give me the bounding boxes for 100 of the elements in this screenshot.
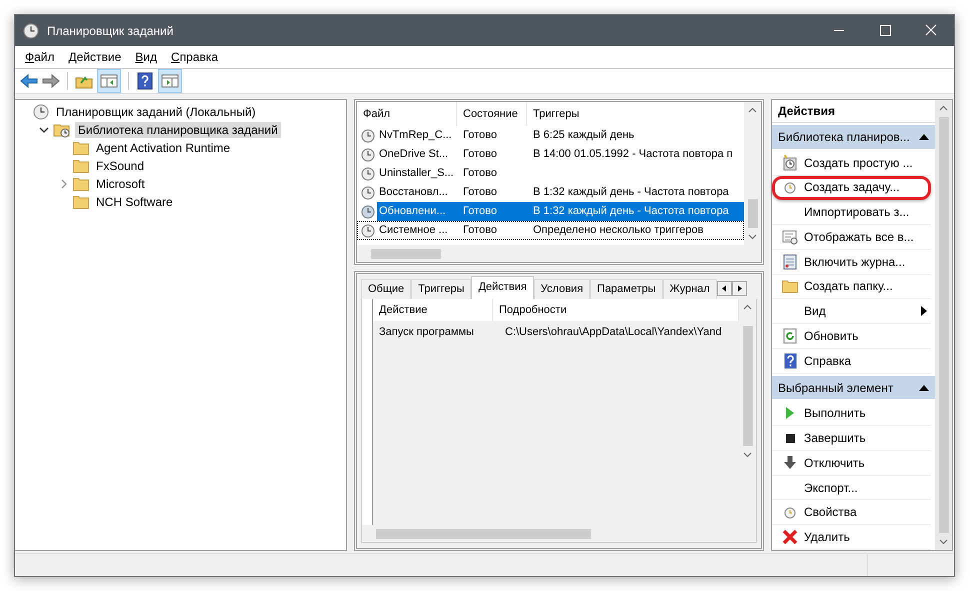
horizontal-scrollbar[interactable] (362, 525, 756, 542)
task-row[interactable]: NvTmRep_C... Готово В 6:25 каждый день (357, 126, 744, 145)
task-name: OneDrive St... (378, 147, 450, 162)
action-item[interactable]: Выполнить (772, 401, 931, 426)
table-cell-text: В 14:00 01.05.1992 - Частота повтора п (532, 147, 734, 162)
action-item[interactable]: Удалить (772, 525, 931, 550)
section-title: Выбранный элемент (778, 380, 894, 395)
task-name: NvTmRep_C... (378, 128, 453, 143)
document-icon (783, 254, 797, 270)
refresh-icon (783, 328, 797, 344)
action-item[interactable]: Справка (772, 348, 931, 374)
table-cell-text: Готово (462, 166, 498, 181)
list-icon (782, 228, 798, 245)
menu-item[interactable]: Вид (135, 50, 158, 64)
stop-icon (786, 434, 794, 443)
vertical-scrollbar[interactable] (744, 102, 761, 245)
clock-icon (783, 505, 797, 520)
task-row[interactable]: Uninstaller_S... Готово (357, 164, 744, 183)
task-row[interactable]: Системное ... Готово Определено несколько триггеров (357, 221, 744, 240)
delete-icon (782, 529, 798, 546)
action-item[interactable]: Импортировать з... (772, 200, 931, 226)
tree-item[interactable]: Microsoft (93, 176, 148, 192)
task-name: Обновлени... (377, 202, 457, 221)
folder-icon (73, 141, 89, 155)
collapse-icon[interactable] (919, 384, 929, 391)
submenu-arrow-icon (921, 306, 927, 316)
scroll-thumb[interactable] (376, 528, 591, 538)
tab[interactable]: Условия (534, 279, 590, 299)
action-item[interactable]: Вид (772, 299, 931, 324)
menu-item[interactable]: Справка (171, 50, 218, 64)
clock-icon (33, 104, 49, 120)
task-name: Восстановл... (378, 185, 449, 200)
table-cell-text: Готово (462, 185, 498, 200)
panel-toggle-icon[interactable] (97, 69, 121, 93)
action-item[interactable]: Создать задачу... (772, 176, 931, 200)
clock-icon (23, 22, 39, 38)
tree-item[interactable]: Планировщик заданий (Локальный) (53, 104, 259, 120)
scroll-thumb[interactable] (938, 117, 948, 533)
clock-icon (361, 186, 375, 200)
clock-icon (361, 204, 375, 218)
tab[interactable]: Триггеры (411, 279, 472, 299)
task-row[interactable]: OneDrive St... Готово В 14:00 01.05.1992 - Частота повтора п (357, 145, 744, 164)
table-cell-text: C:\Users\ohrau\AppData\Local\Yandex\Yand (504, 326, 723, 338)
clock-icon (361, 148, 375, 162)
tree-item[interactable]: Agent Activation Runtime (93, 140, 234, 156)
action-item[interactable]: Экспорт... (772, 476, 931, 500)
table-cell-text: Определено несколько триггеров (532, 223, 705, 238)
column-header[interactable]: Состояние (457, 102, 527, 126)
folder-icon (782, 279, 798, 294)
panel-toggle-icon[interactable] (158, 69, 182, 93)
horizontal-scrollbar[interactable] (357, 245, 761, 262)
scroll-right-icon[interactable] (732, 281, 747, 296)
action-item[interactable]: Включить журна... (772, 250, 931, 275)
scroll-thumb[interactable] (748, 199, 758, 228)
tab[interactable]: Журнал (662, 279, 717, 299)
action-item[interactable]: Свойства (772, 500, 931, 526)
collapse-icon[interactable] (919, 134, 929, 140)
column-header[interactable]: Файл (357, 102, 457, 126)
menu-item[interactable]: Файл (25, 50, 55, 64)
forward-icon[interactable] (42, 73, 60, 89)
section-header[interactable]: Выбранный элемент (772, 376, 935, 400)
scroll-thumb[interactable] (371, 248, 441, 258)
action-item[interactable]: Обновить (772, 324, 931, 349)
task-row[interactable]: Восстановл... Готово В 1:32 каждый день - Частота повтора (357, 183, 744, 202)
section-title: Библиотека планиров... (778, 130, 910, 144)
action-item[interactable]: Отображать все в... (772, 225, 931, 250)
action-item[interactable]: Отключить (772, 450, 931, 476)
back-icon[interactable] (20, 73, 38, 89)
scroll-thumb[interactable] (742, 326, 752, 446)
section-header[interactable]: Библиотека планиров... (772, 125, 935, 149)
clock-icon (361, 166, 375, 180)
collapse-chevron-icon[interactable] (39, 125, 49, 135)
down-arrow-icon (784, 456, 796, 470)
tree-item[interactable]: NCH Software (93, 194, 176, 210)
tree-item[interactable]: FxSound (93, 158, 148, 174)
table-cell: Готово (457, 202, 527, 221)
scroll-left-icon[interactable] (716, 281, 732, 296)
table-cell-text: Готово (462, 147, 498, 162)
clock-icon (361, 128, 375, 142)
table-cell-text: Запуск программы (378, 326, 475, 338)
table-cell-text: В 1:32 каждый день - Частота повтора (532, 185, 730, 200)
tab[interactable]: Общие (361, 279, 412, 299)
folder-clock-icon (53, 122, 71, 138)
action-item[interactable]: Завершить (772, 426, 931, 451)
clock-icon (783, 180, 797, 194)
vertical-scrollbar[interactable] (935, 100, 952, 550)
play-icon (785, 407, 795, 420)
task-name: Uninstaller_S... (378, 166, 455, 181)
column-header[interactable]: Триггеры (527, 102, 744, 126)
action-item[interactable]: Создать папку... (772, 274, 931, 300)
action-item[interactable]: Создать простую ... (772, 150, 931, 176)
folder-icon (73, 195, 89, 209)
task-row[interactable]: Обновлени... Готово В 1:32 каждый день - Частота повтора (357, 202, 744, 221)
tab[interactable]: Действия (471, 276, 534, 299)
expand-chevron-icon[interactable] (59, 179, 69, 189)
tab[interactable]: Параметры (590, 279, 663, 299)
help-icon[interactable] (136, 72, 154, 90)
tree-item[interactable]: Библиотека планировщика заданий (75, 122, 281, 138)
menu-item[interactable]: Действие (68, 50, 122, 64)
column-header[interactable]: Действие (373, 299, 493, 321)
